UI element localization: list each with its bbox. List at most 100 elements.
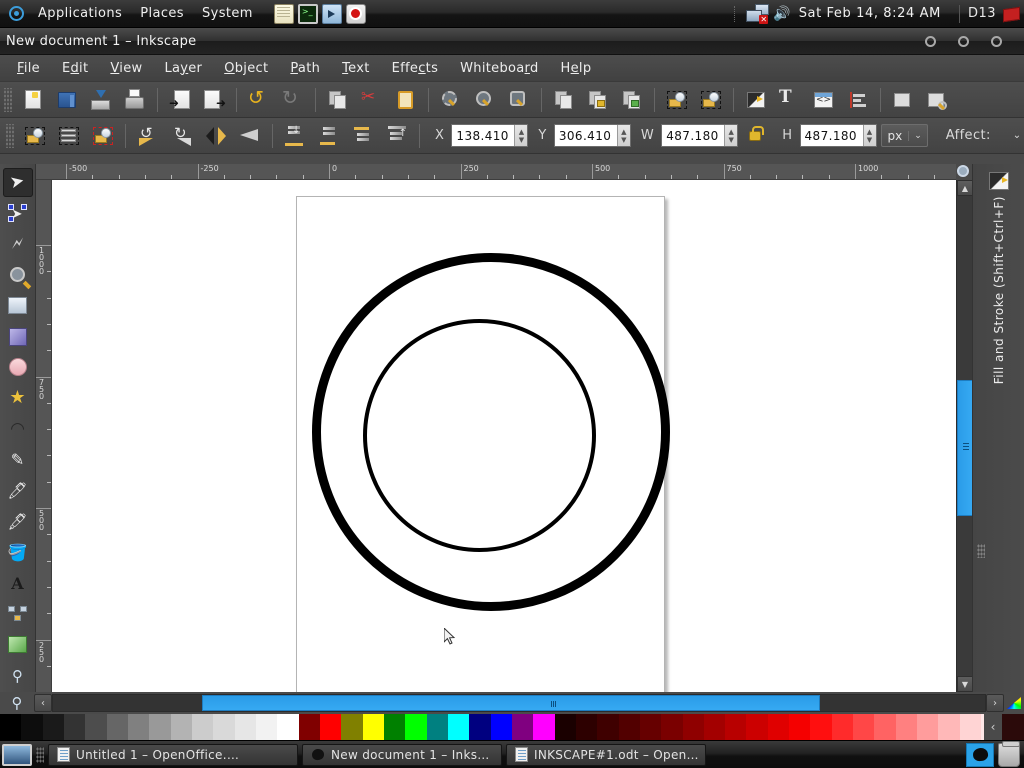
dropper-icon[interactable]: ⚲ bbox=[0, 692, 34, 714]
color-swatch[interactable] bbox=[725, 714, 746, 740]
menu-text[interactable]: Text bbox=[331, 57, 381, 80]
color-swatch[interactable] bbox=[277, 714, 298, 740]
color-swatch[interactable] bbox=[192, 714, 213, 740]
minimize-button[interactable] bbox=[925, 36, 936, 47]
vertical-scrollbar[interactable]: ▲ ▼ bbox=[956, 180, 972, 692]
horizontal-ruler[interactable]: -500-250025050075010001250 bbox=[36, 164, 956, 180]
rectangle-tool[interactable] bbox=[3, 291, 33, 320]
lower-selection-button[interactable] bbox=[695, 85, 727, 115]
color-swatch[interactable] bbox=[0, 714, 21, 740]
color-swatch[interactable] bbox=[597, 714, 618, 740]
color-swatch[interactable] bbox=[619, 714, 640, 740]
deselect-button[interactable] bbox=[87, 121, 119, 151]
menu-file[interactable]: FFileile bbox=[6, 57, 51, 80]
taskbar-grip[interactable] bbox=[36, 747, 44, 763]
ellipse-tool[interactable] bbox=[3, 353, 33, 382]
color-swatch[interactable] bbox=[746, 714, 767, 740]
connector-tool[interactable] bbox=[3, 600, 33, 629]
palette-scroll-track[interactable] bbox=[52, 694, 986, 712]
task-openoffice-inkscape-odt[interactable]: INKSCAPE#1.odt – Open… bbox=[506, 744, 706, 766]
workspace-label[interactable]: D13 bbox=[968, 6, 996, 21]
menu-system[interactable]: System bbox=[193, 6, 262, 21]
height-field[interactable]: ▲▼ bbox=[800, 124, 877, 147]
inkscape-tray-badge[interactable] bbox=[966, 743, 994, 767]
new-document-button[interactable] bbox=[17, 85, 49, 115]
palette-collapse-button[interactable]: ‹ bbox=[984, 714, 1002, 740]
volume-icon[interactable]: 🔊 bbox=[773, 6, 790, 22]
color-swatch[interactable] bbox=[789, 714, 810, 740]
text-properties-button[interactable]: T bbox=[774, 85, 806, 115]
paste-button[interactable] bbox=[390, 85, 422, 115]
right-dock-grip[interactable] bbox=[977, 544, 985, 558]
rotate-cw-button[interactable]: ↻ bbox=[166, 121, 198, 151]
color-swatch[interactable] bbox=[384, 714, 405, 740]
width-spinner[interactable]: ▲▼ bbox=[724, 125, 737, 146]
ungroup-button[interactable] bbox=[616, 85, 648, 115]
zoom-corner-button[interactable] bbox=[956, 164, 972, 180]
color-swatch[interactable] bbox=[938, 714, 959, 740]
color-swatch[interactable] bbox=[299, 714, 320, 740]
vertical-ruler[interactable]: 1000750500250 bbox=[36, 180, 52, 692]
paintbucket-tool[interactable]: 🪣 bbox=[3, 538, 33, 567]
scroll-down-button[interactable]: ▼ bbox=[957, 676, 973, 692]
color-swatch[interactable] bbox=[896, 714, 917, 740]
document-preferences-button[interactable] bbox=[887, 85, 919, 115]
export-button[interactable]: ➜ bbox=[198, 85, 230, 115]
color-swatch[interactable] bbox=[107, 714, 128, 740]
spiral-tool[interactable]: ◠ bbox=[3, 415, 33, 444]
color-swatch[interactable] bbox=[171, 714, 192, 740]
selector-tool[interactable]: ➤ bbox=[3, 168, 33, 197]
zoom-selection-button[interactable] bbox=[435, 85, 467, 115]
color-swatch[interactable] bbox=[448, 714, 469, 740]
raise-selection-button[interactable] bbox=[661, 85, 693, 115]
color-swatch[interactable] bbox=[1002, 714, 1023, 740]
lock-ratio-button[interactable] bbox=[743, 123, 767, 149]
cd-burner-icon[interactable] bbox=[346, 4, 366, 24]
color-swatch[interactable] bbox=[235, 714, 256, 740]
menu-help[interactable]: Help bbox=[550, 57, 603, 80]
color-swatch[interactable] bbox=[256, 714, 277, 740]
color-swatch[interactable] bbox=[960, 714, 981, 740]
x-position-field[interactable]: ▲▼ bbox=[451, 124, 528, 147]
width-input[interactable] bbox=[662, 125, 724, 146]
color-swatch[interactable] bbox=[64, 714, 85, 740]
color-swatch[interactable] bbox=[341, 714, 362, 740]
toolbar-grip[interactable] bbox=[3, 88, 13, 112]
undo-button[interactable]: ↺ bbox=[243, 85, 275, 115]
color-swatch[interactable] bbox=[405, 714, 426, 740]
text-tool[interactable]: A bbox=[3, 569, 33, 598]
color-swatch[interactable] bbox=[853, 714, 874, 740]
group-button[interactable] bbox=[582, 85, 614, 115]
mail-icon[interactable] bbox=[1002, 5, 1020, 23]
gradient-tool[interactable] bbox=[3, 630, 33, 659]
width-field[interactable]: ▲▼ bbox=[661, 124, 738, 147]
menu-path[interactable]: Path bbox=[279, 57, 331, 80]
menu-layer[interactable]: Layer bbox=[153, 57, 213, 80]
node-tool[interactable]: ➤ bbox=[3, 199, 33, 228]
color-swatch[interactable] bbox=[768, 714, 789, 740]
cut-button[interactable]: ✂ bbox=[356, 85, 388, 115]
color-swatch[interactable] bbox=[683, 714, 704, 740]
notes-icon[interactable] bbox=[274, 4, 294, 24]
duplicate-button[interactable] bbox=[548, 85, 580, 115]
color-swatch[interactable] bbox=[149, 714, 170, 740]
menu-effects[interactable]: Effects bbox=[381, 57, 450, 80]
color-swatch[interactable] bbox=[85, 714, 106, 740]
color-wheel-icon[interactable] bbox=[1004, 694, 1024, 712]
color-swatch[interactable] bbox=[491, 714, 512, 740]
flip-vertical-button[interactable] bbox=[234, 121, 266, 151]
color-swatch[interactable] bbox=[661, 714, 682, 740]
menu-places[interactable]: Places bbox=[131, 6, 193, 21]
copy-button[interactable] bbox=[322, 85, 354, 115]
drawing-canvas[interactable] bbox=[52, 180, 956, 692]
menu-applications[interactable]: Applications bbox=[29, 6, 131, 21]
zoom-page-button[interactable] bbox=[503, 85, 535, 115]
remote-desktop-icon[interactable] bbox=[322, 4, 342, 24]
select-all-button[interactable] bbox=[19, 121, 51, 151]
menu-object[interactable]: Object bbox=[213, 57, 279, 80]
terminal-icon[interactable]: >_ bbox=[298, 4, 318, 24]
height-input[interactable] bbox=[801, 125, 863, 146]
color-swatch[interactable] bbox=[874, 714, 895, 740]
palette-scroll-thumb[interactable] bbox=[202, 695, 820, 711]
palette-scroll-left-button[interactable]: ‹ bbox=[34, 694, 52, 712]
